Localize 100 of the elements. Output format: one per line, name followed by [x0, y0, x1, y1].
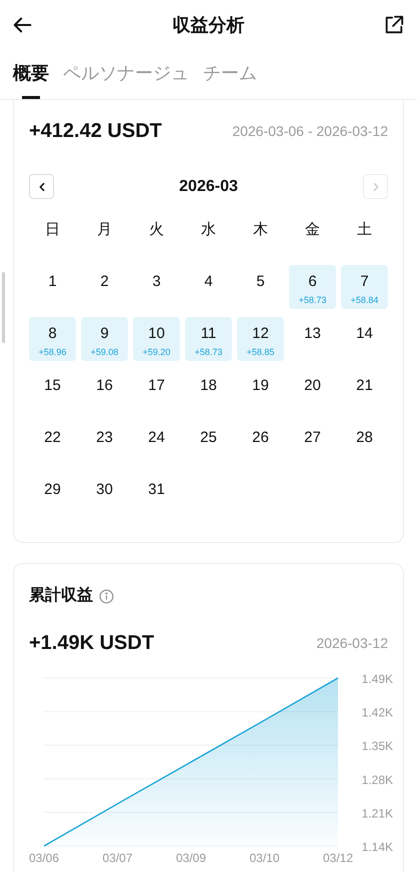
day-number: 18	[200, 377, 217, 395]
day-number: 12	[252, 325, 269, 343]
day-cell[interactable]: 1	[29, 265, 76, 309]
day-cell[interactable]: 24	[133, 421, 180, 465]
info-icon[interactable]	[99, 588, 114, 604]
cumulative-amount: +1.49K USDT	[29, 631, 154, 656]
day-earning: +58.85	[246, 346, 274, 358]
day-cell[interactable]: 2	[81, 265, 128, 309]
day-cell[interactable]: 3	[133, 265, 180, 309]
weekday-label: 金	[304, 220, 321, 239]
day-number: 14	[356, 325, 373, 343]
day-earning: +59.08	[90, 346, 118, 358]
day-cell[interactable]: 25	[185, 421, 232, 465]
day-number: 24	[148, 429, 165, 447]
day-cell[interactable]: 30	[81, 473, 128, 517]
day-number: 17	[148, 377, 165, 395]
day-cell[interactable]: 31	[133, 473, 180, 517]
day-number: 23	[96, 429, 113, 447]
day-cell[interactable]: 9 +59.08	[81, 317, 128, 361]
day-number: 11	[200, 325, 216, 343]
day-cell[interactable]: 28	[341, 421, 388, 465]
y-axis-label: 1.42K	[362, 706, 393, 720]
day-cell[interactable]: 11 +58.73	[185, 317, 232, 361]
day-cell[interactable]: 13	[289, 317, 336, 361]
weekday-label: 木	[252, 220, 269, 239]
day-number: 7	[360, 273, 369, 291]
day-cell[interactable]: 23	[81, 421, 128, 465]
weekday-label: 月	[96, 220, 113, 239]
y-axis-label: 1.21K	[362, 806, 393, 820]
page-title: 収益分析	[172, 14, 244, 36]
day-number: 27	[304, 429, 321, 447]
day-number: 5	[256, 273, 265, 291]
day-number: 4	[204, 273, 213, 291]
day-number: 2	[100, 273, 109, 291]
day-cell[interactable]: 26	[237, 421, 284, 465]
chevron-icon	[36, 182, 46, 192]
weekday-label: 水	[200, 220, 217, 239]
y-axis-label: 1.35K	[362, 739, 393, 754]
day-number: 29	[44, 481, 61, 499]
month-label: 2026-03	[179, 176, 238, 196]
y-axis-label: 1.14K	[362, 840, 393, 854]
day-cell[interactable]: 27	[289, 421, 336, 465]
day-cell[interactable]: 12 +58.85	[237, 317, 284, 361]
weekday-label: 土	[356, 220, 373, 239]
x-axis-label: 03/07	[102, 851, 133, 865]
day-number: 16	[96, 377, 113, 395]
day-cell[interactable]: 16	[81, 369, 128, 413]
previous-month-button[interactable]	[29, 174, 54, 199]
day-cell[interactable]: 17	[133, 369, 180, 413]
day-cell[interactable]: 10 +59.20	[133, 317, 180, 361]
day-cell[interactable]: 22	[29, 421, 76, 465]
weekday-label: 日	[44, 220, 61, 239]
cumulative-date: 2026-03-12	[316, 634, 388, 652]
day-number: 26	[252, 429, 269, 447]
day-number: 3	[152, 273, 161, 291]
chevron-icon	[370, 182, 380, 192]
day-cell[interactable]: 6 +58.73	[289, 265, 336, 309]
day-number: 20	[304, 377, 321, 395]
day-cell[interactable]: 15	[29, 369, 76, 413]
tab[interactable]: 概要	[13, 60, 49, 99]
day-cell[interactable]: 20	[289, 369, 336, 413]
day-cell[interactable]: 19	[237, 369, 284, 413]
day-earning: +58.73	[194, 346, 222, 358]
day-number: 31	[148, 481, 165, 499]
day-number: 19	[252, 377, 269, 395]
day-number: 1	[48, 273, 57, 291]
day-cell[interactable]: 29	[29, 473, 76, 517]
weekday-label: 火	[148, 220, 165, 239]
x-axis-label: 03/06	[28, 851, 60, 865]
day-number: 13	[304, 325, 321, 343]
date-range: 2026-03-06 - 2026-03-12	[232, 122, 388, 140]
day-cell[interactable]: 7 +58.84	[341, 265, 388, 309]
day-cell[interactable]: 18	[185, 369, 232, 413]
share-icon[interactable]	[383, 14, 405, 36]
day-earning: +58.96	[38, 346, 66, 358]
day-number: 28	[356, 429, 373, 447]
day-number: 25	[200, 429, 217, 447]
day-cell[interactable]: 14	[341, 317, 388, 361]
day-cell[interactable]: 4	[185, 265, 232, 309]
day-number: 15	[44, 377, 61, 395]
day-number: 22	[44, 429, 61, 447]
y-axis-label: 1.28K	[362, 772, 393, 787]
x-axis-label: 03/09	[176, 851, 206, 865]
y-axis-label: 1.49K	[362, 672, 393, 686]
earnings-amount: +412.42 USDT	[29, 119, 162, 144]
x-axis-label: 03/12	[322, 851, 354, 865]
day-earning: +59.20	[142, 346, 170, 358]
day-earning: +58.73	[298, 294, 326, 306]
day-cell[interactable]: 21	[341, 369, 388, 413]
day-number: 30	[96, 481, 113, 499]
section-title: 累計収益	[29, 585, 93, 606]
day-cell[interactable]: 5	[237, 265, 284, 309]
day-number: 10	[148, 325, 165, 343]
day-earning: +58.84	[350, 294, 378, 306]
day-number: 6	[308, 273, 317, 291]
day-number: 9	[100, 325, 109, 343]
scrollbar	[2, 272, 5, 343]
x-axis-label: 03/10	[249, 851, 280, 865]
day-number: 8	[48, 325, 57, 343]
day-cell[interactable]: 8 +58.96	[29, 317, 76, 361]
